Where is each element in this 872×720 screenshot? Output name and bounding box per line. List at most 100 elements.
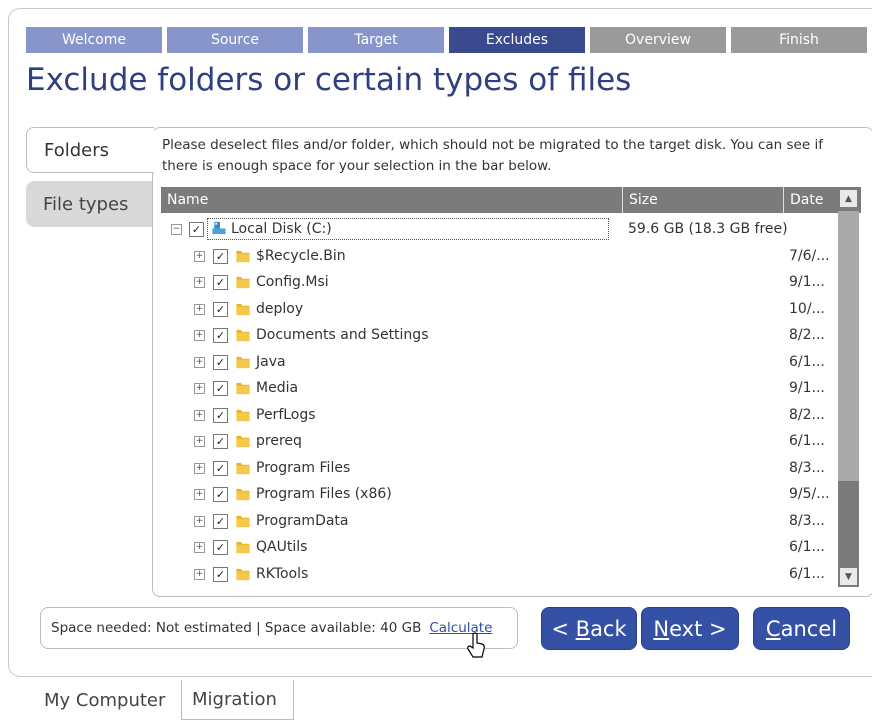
next-accel: N	[653, 616, 670, 641]
folder-name: Media	[256, 380, 299, 396]
folder-checkbox[interactable]: ✓	[213, 248, 228, 264]
expand-icon[interactable]: +	[194, 489, 205, 500]
folder-icon	[236, 541, 250, 554]
folder-checkbox[interactable]: ✓	[213, 354, 228, 370]
folder-name: RKTools	[256, 565, 309, 582]
folder-date: 8/2...	[789, 406, 825, 423]
folder-date: 8/3...	[789, 512, 825, 529]
folder-date: 6/1...	[789, 539, 825, 555]
back-button[interactable]: < Back	[541, 607, 637, 650]
collapse-icon[interactable]: −	[171, 224, 182, 235]
scroll-up-button[interactable]: ▲	[840, 190, 857, 207]
folder-date: 6/1...	[789, 433, 825, 449]
folder-icon	[236, 435, 250, 448]
folder-icon	[236, 303, 250, 315]
folder-checkbox[interactable]: ✓	[213, 301, 228, 317]
expand-icon[interactable]: +	[194, 250, 205, 262]
step-finish: Finish	[731, 27, 867, 53]
scrollbar-thumb[interactable]	[838, 211, 859, 481]
column-date[interactable]: Date	[783, 187, 838, 213]
expand-icon[interactable]: +	[194, 542, 205, 553]
folder-icon	[236, 250, 250, 262]
folder-checkbox[interactable]: ✓	[213, 381, 228, 396]
next-button[interactable]: Next >	[641, 607, 739, 650]
step-target: Target	[308, 27, 444, 53]
tree-row[interactable]: + ✓ Program Files (x86) 9/5/...	[161, 481, 837, 507]
folder-date: 6/1...	[789, 565, 825, 582]
cancel-accel: C	[765, 616, 781, 641]
tree-row[interactable]: + ✓ deploy 10/...	[161, 296, 837, 322]
folder-checkbox[interactable]: ✓	[213, 328, 228, 343]
tree-row[interactable]: + ✓ Config.Msi 9/1...	[161, 269, 837, 295]
expand-icon[interactable]: +	[194, 356, 205, 368]
vertical-scrollbar[interactable]: ▲ ▼	[838, 187, 859, 587]
tree-row[interactable]: + ✓ ProgramData 8/3...	[161, 508, 837, 534]
folder-icon	[236, 329, 250, 342]
space-info-bar: Space needed: Not estimated | Space avai…	[40, 607, 518, 649]
folder-icon	[236, 462, 250, 474]
expand-icon[interactable]: +	[194, 383, 205, 394]
folder-name: $Recycle.Bin	[256, 247, 346, 264]
folder-checkbox[interactable]: ✓	[213, 275, 228, 290]
tree-row[interactable]: + ✓ Program Files 8/3...	[161, 455, 837, 481]
folder-date: 10/...	[789, 300, 825, 317]
bottom-tabs: My Computer Migration	[0, 680, 872, 720]
space-info-text: Space needed: Not estimated | Space avai…	[51, 620, 422, 636]
folder-name: Program Files	[256, 459, 351, 476]
expand-icon[interactable]: +	[194, 303, 205, 315]
folder-checkbox[interactable]: ✓	[213, 460, 228, 476]
column-name[interactable]: Name	[161, 187, 628, 213]
tree-row[interactable]: + ✓ Java 6/1...	[161, 349, 837, 375]
tree-row[interactable]: + ✓ RKTools 6/1...	[161, 561, 837, 587]
tree-row[interactable]: + ✓ Media 9/1...	[161, 375, 837, 401]
folder-checkbox[interactable]: ✓	[213, 407, 228, 423]
root-checkbox[interactable]: ✓	[189, 222, 204, 237]
step-source: Source	[167, 27, 303, 53]
folder-checkbox[interactable]: ✓	[213, 566, 228, 582]
scroll-down-button[interactable]: ▼	[840, 568, 857, 585]
tree-row[interactable]: + ✓ $Recycle.Bin 7/6/...	[161, 243, 837, 269]
folder-checkbox[interactable]: ✓	[213, 487, 228, 502]
column-size[interactable]: Size	[622, 187, 783, 213]
folder-checkbox[interactable]: ✓	[213, 513, 228, 529]
expand-icon[interactable]: +	[194, 462, 205, 474]
next-rest: ext >	[669, 616, 727, 641]
folder-icon	[236, 382, 250, 395]
folder-icon	[236, 568, 250, 580]
expand-icon[interactable]: +	[194, 515, 205, 527]
folder-tree[interactable]: Name Size Date ▲ ▼ − ✓ Local Disk (C:) 5…	[161, 187, 861, 587]
tree-row[interactable]: + ✓ Documents and Settings 8/2...	[161, 322, 837, 348]
folder-checkbox[interactable]: ✓	[213, 540, 228, 555]
tree-row[interactable]: + ✓ prereq 6/1...	[161, 428, 837, 454]
expand-icon[interactable]: +	[194, 409, 205, 421]
back-rest: ack	[590, 616, 627, 641]
tree-root-row[interactable]: − ✓ Local Disk (C:) 59.6 GB (18.3 GB fre…	[161, 216, 837, 242]
tab-migration[interactable]: Migration	[181, 680, 294, 720]
root-size: 59.6 GB (18.3 GB free)	[628, 221, 788, 237]
tree-row[interactable]: + ✓ PerfLogs 8/2...	[161, 402, 837, 428]
folder-checkbox[interactable]: ✓	[213, 434, 228, 449]
cancel-button[interactable]: Cancel	[753, 607, 850, 650]
folder-date: 8/2...	[789, 327, 825, 343]
tab-folders[interactable]: Folders	[26, 127, 154, 173]
folder-date: 9/1...	[789, 274, 825, 290]
folder-date: 9/5/...	[789, 486, 830, 502]
tab-file-types[interactable]: File types	[26, 181, 152, 227]
expand-icon[interactable]: +	[194, 330, 205, 341]
step-excludes: Excludes	[449, 27, 585, 53]
hand-cursor-icon	[467, 632, 485, 658]
tree-row[interactable]: + ✓ QAUtils 6/1...	[161, 534, 837, 560]
tab-my-computer[interactable]: My Computer	[34, 680, 175, 720]
step-overview: Overview	[590, 27, 726, 53]
folder-name: prereq	[256, 433, 302, 449]
folder-date: 8/3...	[789, 459, 825, 476]
expand-icon[interactable]: +	[194, 436, 205, 447]
expand-icon[interactable]: +	[194, 277, 205, 288]
expand-icon[interactable]: +	[194, 568, 205, 580]
folder-date: 9/1...	[789, 380, 825, 396]
root-name: Local Disk (C:)	[231, 221, 332, 237]
cancel-rest: ancel	[780, 616, 838, 641]
folder-name: Documents and Settings	[256, 327, 429, 343]
folder-date: 6/1...	[789, 353, 825, 370]
wizard-steps: Welcome Source Target Excludes Overview …	[26, 27, 872, 53]
